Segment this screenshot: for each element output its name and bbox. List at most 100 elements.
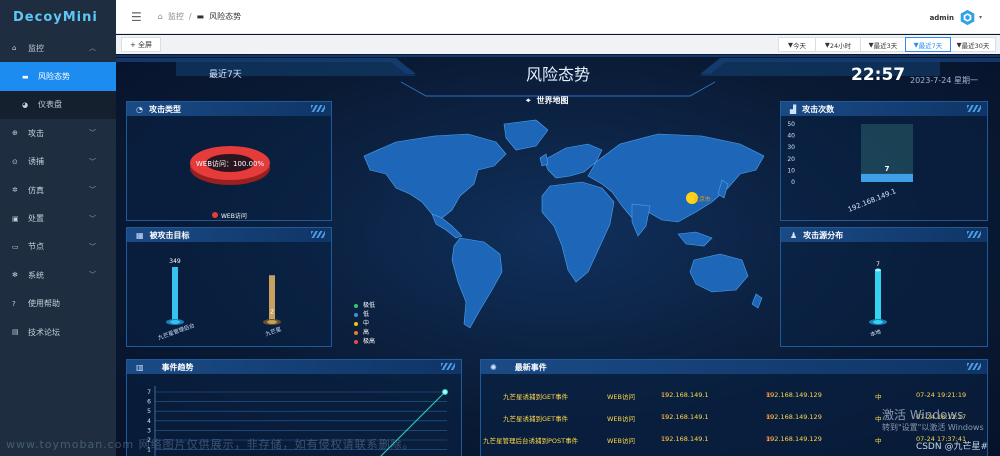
sidebar-item-risk-situation[interactable]: ▬ 风险态势 [0, 62, 116, 91]
legend-label: 高 [363, 329, 370, 336]
table-row[interactable]: 九芒星管理后台诱捕到POST事件 WEB访问 ⚇ 192.168.149.1 ⊕ 1… [481, 435, 987, 456]
panel-title-text: 事件趋势 [161, 362, 194, 372]
legend-label: 低 [363, 311, 370, 318]
clock-date: 2023-7-24 星期一 [910, 76, 978, 85]
sidebar-item-label: 技术论坛 [28, 327, 60, 337]
breadcrumb-current: 风险态势 [209, 12, 242, 21]
y-tick-label: 7 [147, 389, 151, 396]
x-tick-label: 192.168.149.1 [847, 187, 897, 214]
sidebar-item-system[interactable]: ✻ 系统 ﹀ [0, 261, 116, 289]
site-watermark: www.toymoban.com 网络图片仅供展示，非存储，如有侵权请联系删除。 [6, 438, 415, 451]
user-menu[interactable]: admin ▾ [930, 9, 982, 26]
map-legend: 极低 低 中 高 极高 [354, 301, 375, 346]
legend-label: 中 [363, 320, 370, 327]
range-30d-button[interactable]: ▼ 最近30天 [950, 37, 996, 52]
range-today-button[interactable]: ▼ 今天 [778, 37, 816, 52]
range-24h-button[interactable]: ▼ 24小时 [815, 37, 861, 52]
legend-label: 极高 [363, 338, 376, 345]
panel-decoration [967, 363, 981, 370]
legend-label: WEB访问 [221, 212, 247, 220]
data-label: 2 [270, 308, 274, 315]
menu-toggle-icon[interactable]: ☰ [131, 10, 142, 24]
sidebar-item-forum[interactable]: ▤ 技术论坛 [0, 318, 116, 346]
event-src: 192.168.149.1 [661, 435, 709, 443]
sidebar-item-attack[interactable]: ⊕ 攻击 ﹀ [0, 119, 116, 147]
bar-background [861, 124, 913, 182]
username: admin [929, 13, 954, 22]
range-label: 最近30天 [961, 41, 990, 50]
chevron-down-icon: ﹀ [89, 242, 96, 251]
sidebar-item-monitor[interactable]: ⌂ 监控 ︿ [0, 34, 116, 62]
home-icon: ⌂ [157, 12, 163, 21]
range-label: 24小时 [829, 41, 852, 50]
avatar-cube-icon [960, 9, 975, 26]
range-label: 今天 [793, 41, 806, 50]
person-icon: ♟ [790, 230, 798, 240]
panel-title: ✺ 最新事件 [481, 360, 987, 374]
y-tick-label: 10 [787, 167, 795, 174]
activation-watermark: 激活 Windows [882, 408, 964, 422]
source-dist-chart: 7 本地 [869, 261, 887, 338]
world-map-title-text: 世界地图 [536, 96, 569, 105]
event-level: 中 [875, 393, 882, 401]
y-tick-label: 0 [791, 179, 795, 186]
chevron-down-icon: ﹀ [89, 157, 96, 166]
range-7d-button[interactable]: ▼ 最近7天 [905, 37, 951, 52]
legend-label: 极低 [363, 302, 376, 309]
sidebar-item-label: 风险态势 [38, 72, 70, 82]
fullscreen-button[interactable]: + 全屏 [121, 37, 161, 52]
panel-title: ◔ 攻击类型 [127, 102, 331, 116]
sidebar-item-disposal[interactable]: ▣ 处置 ﹀ [0, 204, 116, 232]
dashboard-icon: ◕ [22, 100, 29, 109]
gear-icon: ✲ [12, 186, 18, 195]
event-time: 07-24 19:21:19 [916, 391, 967, 399]
event-src: 192.168.149.1 [661, 413, 709, 421]
sidebar: DecoyMini ⌂ 监控 ︿ ▬ 风险态势 ◕ 仪表盘 ⊕ 攻击 ﹀ ⊙ 诱… [0, 0, 116, 456]
sidebar-item-help[interactable]: ? 使用帮助 [0, 290, 116, 318]
bar-base-glow [873, 320, 883, 324]
attack-count-chart: 0 10 20 30 40 50 7 192.168.149.1 [787, 121, 913, 214]
alert-icon: ✺ [490, 362, 497, 372]
target-icon: ⊕ [12, 129, 18, 138]
sidebar-item-simulation[interactable]: ✲ 仿真 ﹀ [0, 176, 116, 204]
tick-label: 九芒星 [264, 325, 283, 338]
panel-decoration [441, 363, 455, 370]
event-dst: 192.168.149.129 [766, 435, 822, 443]
chevron-down-icon: ▾ [978, 14, 982, 21]
sidebar-item-dashboard[interactable]: ◕ 仪表盘 [0, 91, 116, 119]
panel-title-text: 攻击类型 [148, 104, 181, 114]
y-tick-label: 50 [787, 121, 795, 128]
monitor-icon: ▬ [196, 12, 205, 21]
breadcrumb-item[interactable]: 监控 [168, 11, 184, 22]
sidebar-item-node[interactable]: ▭ 节点 ﹀ [0, 233, 116, 261]
y-tick-label: 3 [147, 427, 151, 434]
legend-item: 中 [354, 319, 375, 328]
y-tick-label: 6 [147, 399, 151, 406]
donut-slice-label: WEB访问：100.00% [196, 159, 265, 168]
home-icon: ⌂ [12, 44, 17, 53]
event-src: 192.168.149.1 [661, 391, 709, 399]
event-dst: 192.168.149.129 [766, 413, 822, 421]
chevron-up-icon: ︿ [89, 44, 96, 53]
activation-watermark-sub: 转到"设置"以激活 Windows [882, 423, 984, 432]
help-icon: ? [12, 299, 16, 308]
pie-chart-icon: ◔ [136, 104, 143, 114]
world-map[interactable]: 北京市 [356, 114, 776, 342]
breadcrumb: ⌂ 监控 / ▬ 风险态势 [158, 11, 246, 22]
breadcrumb-separator: / [188, 12, 192, 21]
sidebar-item-trap[interactable]: ⊙ 诱捕 ﹀ [0, 148, 116, 176]
y-tick-label: 30 [787, 144, 795, 151]
desktop-icon: ▭ [12, 242, 19, 251]
data-point [442, 389, 448, 395]
panel-decoration [967, 231, 981, 238]
risk-dashboard: 最近7天 风险态势 22:57 2023-7-24 星期一 ⌖ 世界地图 北京市… [116, 54, 1000, 456]
sidebar-item-label: 诱捕 [28, 157, 44, 167]
event-type: WEB访问 [607, 437, 635, 445]
app-logo[interactable]: DecoyMini [0, 0, 116, 34]
data-label: 349 [169, 258, 181, 265]
panel-decoration [311, 105, 325, 112]
settings-icon: ✻ [12, 271, 18, 280]
chat-icon: ▤ [12, 328, 19, 337]
panel-title-text: 攻击次数 [802, 104, 835, 114]
range-3d-button[interactable]: ▼ 最近3天 [860, 37, 906, 52]
